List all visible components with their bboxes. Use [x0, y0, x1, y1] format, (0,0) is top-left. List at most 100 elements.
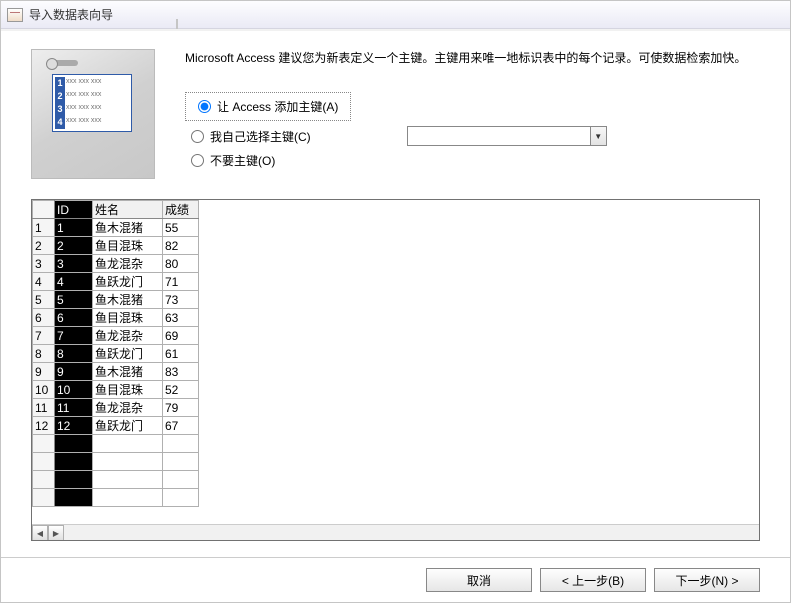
name-cell: 鱼目混珠: [93, 309, 163, 327]
h-scrollbar[interactable]: ◀ ▶: [32, 524, 759, 540]
rownum-cell: 9: [33, 363, 55, 381]
back-button[interactable]: < 上一步(B): [540, 568, 646, 592]
id-cell: 4: [55, 273, 93, 291]
radio-group-pk-auto[interactable]: 让 Access 添加主键(A): [185, 92, 351, 121]
col-header-name[interactable]: 姓名: [93, 201, 163, 219]
footer-separator: [1, 557, 790, 558]
radio-access-add-pk[interactable]: [198, 100, 211, 113]
score-cell: 79: [163, 399, 199, 417]
rownum-cell: 12: [33, 417, 55, 435]
titlebar-separator: [176, 19, 178, 29]
table-row[interactable]: 77鱼龙混杂69: [33, 327, 759, 345]
rownum-cell: 10: [33, 381, 55, 399]
id-cell: 9: [55, 363, 93, 381]
table-row[interactable]: 1212鱼跃龙门67: [33, 417, 759, 435]
id-cell: 5: [55, 291, 93, 309]
col-header-score[interactable]: 成绩: [163, 201, 199, 219]
score-cell: [163, 471, 199, 489]
data-preview: ID 姓名 成绩 11鱼木混猪5522鱼目混珠8233鱼龙混杂8044鱼跃龙门7…: [31, 199, 760, 541]
rownum-cell: 11: [33, 399, 55, 417]
id-cell: 12: [55, 417, 93, 435]
name-cell: 鱼木混猪: [93, 219, 163, 237]
table-row-empty: [33, 453, 759, 471]
radio-access-add-pk-label: 让 Access 添加主键(A): [217, 98, 338, 115]
scroll-right-icon[interactable]: ▶: [48, 525, 64, 541]
col-filler: [199, 201, 759, 219]
table-header-row: ID 姓名 成绩: [33, 201, 759, 219]
table-row[interactable]: 88鱼跃龙门61: [33, 345, 759, 363]
scroll-left-icon[interactable]: ◀: [32, 525, 48, 541]
col-header-id[interactable]: ID: [55, 201, 93, 219]
name-cell: 鱼龙混杂: [93, 255, 163, 273]
id-cell: [55, 489, 93, 507]
table-row[interactable]: 99鱼木混猪83: [33, 363, 759, 381]
window-title: 导入数据表向导: [29, 6, 113, 23]
radio-choose-pk[interactable]: [191, 130, 204, 143]
rownum-cell: 6: [33, 309, 55, 327]
id-cell: 1: [55, 219, 93, 237]
name-cell: 鱼跃龙门: [93, 345, 163, 363]
name-cell: 鱼跃龙门: [93, 417, 163, 435]
filler-cell: [199, 471, 759, 489]
key-icon: [54, 60, 78, 66]
pk-combo[interactable]: ▼: [407, 126, 607, 146]
filler-cell: [199, 345, 759, 363]
table-row[interactable]: 33鱼龙混杂80: [33, 255, 759, 273]
filler-cell: [199, 255, 759, 273]
table-row-empty: [33, 489, 759, 507]
filler-cell: [199, 417, 759, 435]
mini-table-illus: 1xxx xxx xxx 2xxx xxx xxx 3xxx xxx xxx 4…: [52, 74, 132, 132]
table-row[interactable]: 66鱼目混珠63: [33, 309, 759, 327]
score-cell: 71: [163, 273, 199, 291]
rownum-cell: 3: [33, 255, 55, 273]
rownum-cell: 1: [33, 219, 55, 237]
score-cell: 82: [163, 237, 199, 255]
id-cell: 7: [55, 327, 93, 345]
preview-table: ID 姓名 成绩 11鱼木混猪5522鱼目混珠8233鱼龙混杂8044鱼跃龙门7…: [32, 200, 759, 507]
score-cell: 55: [163, 219, 199, 237]
id-cell: [55, 471, 93, 489]
filler-cell: [199, 291, 759, 309]
filler-cell: [199, 273, 759, 291]
name-cell: [93, 471, 163, 489]
table-row[interactable]: 44鱼跃龙门71: [33, 273, 759, 291]
id-cell: 10: [55, 381, 93, 399]
score-cell: 61: [163, 345, 199, 363]
rownum-cell: 8: [33, 345, 55, 363]
id-cell: 6: [55, 309, 93, 327]
rownum-cell: 5: [33, 291, 55, 309]
filler-cell: [199, 435, 759, 453]
id-cell: 2: [55, 237, 93, 255]
filler-cell: [199, 237, 759, 255]
chevron-down-icon[interactable]: ▼: [590, 127, 606, 145]
filler-cell: [199, 363, 759, 381]
upper-panel: 1xxx xxx xxx 2xxx xxx xxx 3xxx xxx xxx 4…: [1, 29, 790, 189]
cancel-button[interactable]: 取消: [426, 568, 532, 592]
name-cell: 鱼木混猪: [93, 291, 163, 309]
name-cell: 鱼目混珠: [93, 381, 163, 399]
id-cell: 3: [55, 255, 93, 273]
table-row[interactable]: 1111鱼龙混杂79: [33, 399, 759, 417]
score-cell: [163, 435, 199, 453]
radio-no-pk[interactable]: [191, 154, 204, 167]
next-button[interactable]: 下一步(N) >: [654, 568, 760, 592]
app-icon: [7, 8, 23, 22]
name-cell: 鱼目混珠: [93, 237, 163, 255]
table-row-empty: [33, 435, 759, 453]
score-cell: 67: [163, 417, 199, 435]
score-cell: 73: [163, 291, 199, 309]
rownum-cell: 4: [33, 273, 55, 291]
table-row[interactable]: 22鱼目混珠82: [33, 237, 759, 255]
name-cell: 鱼跃龙门: [93, 273, 163, 291]
filler-cell: [199, 327, 759, 345]
table-row[interactable]: 11鱼木混猪55: [33, 219, 759, 237]
table-row[interactable]: 1010鱼目混珠52: [33, 381, 759, 399]
rownum-cell: [33, 471, 55, 489]
name-cell: [93, 489, 163, 507]
id-cell: [55, 453, 93, 471]
rownum-cell: [33, 435, 55, 453]
wizard-illustration: 1xxx xxx xxx 2xxx xxx xxx 3xxx xxx xxx 4…: [31, 49, 155, 179]
name-cell: 鱼龙混杂: [93, 399, 163, 417]
info-area: Microsoft Access 建议您为新表定义一个主键。主键用来唯一地标识表…: [185, 49, 760, 179]
table-row[interactable]: 55鱼木混猪73: [33, 291, 759, 309]
